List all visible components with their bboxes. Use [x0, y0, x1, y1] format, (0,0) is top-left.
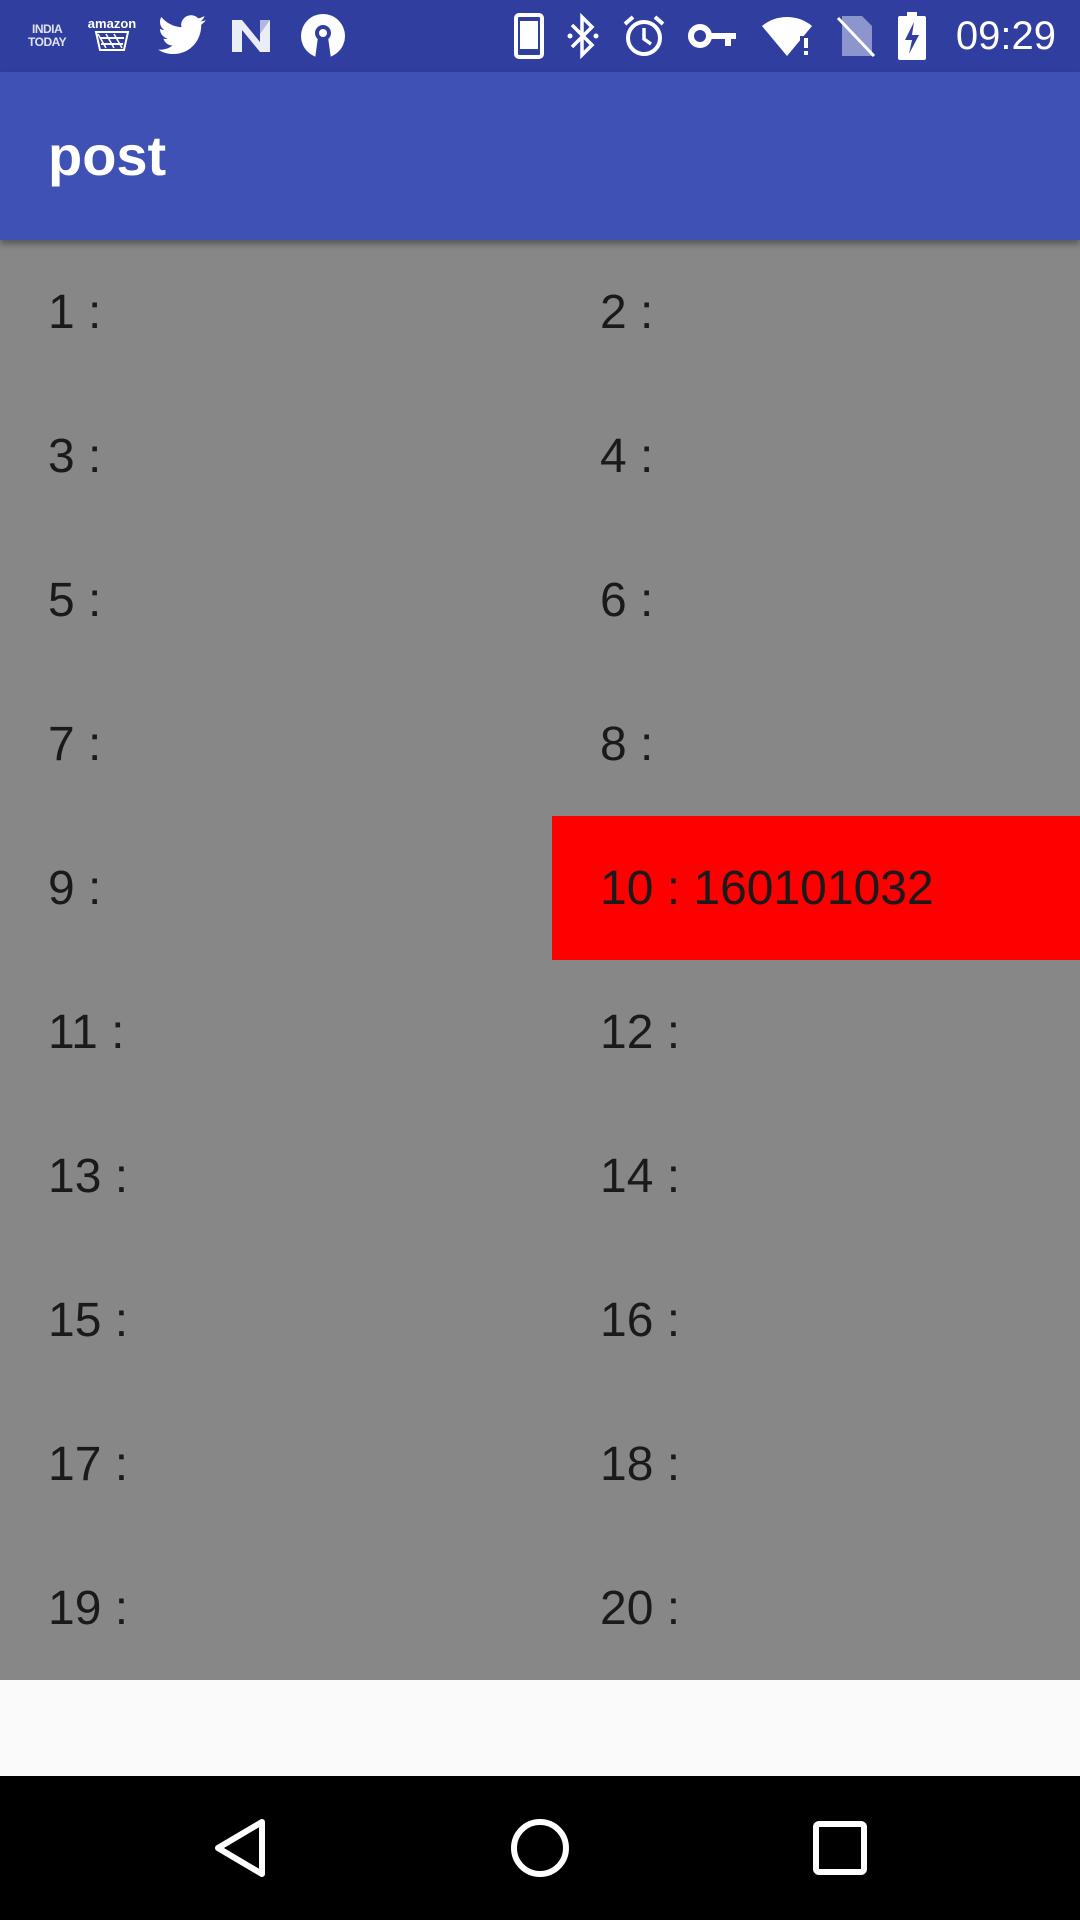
- grid-cell-label: 10 : 160101032: [600, 861, 934, 915]
- grid-cell-label: 7 :: [48, 717, 102, 771]
- grid-cell-label: 12 :: [600, 1005, 681, 1059]
- vpn-key-icon: [687, 21, 738, 51]
- back-icon: [215, 1819, 265, 1877]
- grid-cell-label: 11 :: [48, 1005, 125, 1059]
- system-icons: 09:29: [513, 0, 1056, 72]
- keyhole-icon: [298, 11, 348, 61]
- navigation-bar: [0, 1776, 1080, 1920]
- grid-cell[interactable]: 1 :: [0, 240, 552, 384]
- recents-icon: [813, 1821, 867, 1875]
- grid-cell-label: 13 :: [48, 1149, 129, 1203]
- grid-cell[interactable]: 7 :: [0, 672, 552, 816]
- grid-cell[interactable]: 8 :: [552, 672, 1080, 816]
- twitter-icon: [158, 15, 208, 57]
- post-grid-container: 1 : 2 : 3 : 4 : 5 : 6 : 7 : 8 : 9 : 10 : 16010103…: [0, 240, 1080, 1680]
- grid-cell[interactable]: 11 :: [0, 960, 552, 1104]
- alarm-icon: [622, 14, 666, 58]
- grid-cell-highlighted[interactable]: 10 : 160101032: [552, 816, 1080, 960]
- grid-cell[interactable]: 14 :: [552, 1104, 1080, 1248]
- grid-cell-label: 19 :: [48, 1581, 129, 1635]
- content-footer-area: [0, 1680, 1080, 1776]
- grid-cell[interactable]: 3 :: [0, 384, 552, 528]
- app-bar: post: [0, 72, 1080, 240]
- grid-cell-label: 18 :: [600, 1437, 681, 1491]
- grid-cell[interactable]: 12 :: [552, 960, 1080, 1104]
- india-today-icon: INDIA TODAY: [28, 22, 67, 49]
- grid-cell-label: 16 :: [600, 1293, 681, 1347]
- phone-icon: [513, 13, 544, 59]
- recents-button[interactable]: [750, 1776, 930, 1920]
- grid-cell[interactable]: 17 :: [0, 1392, 552, 1536]
- grid-cell-label: 8 :: [600, 717, 654, 771]
- svg-text:amazon: amazon: [88, 16, 136, 31]
- grid-cell[interactable]: 5 :: [0, 528, 552, 672]
- status-bar: INDIA TODAY amazon 09:29: [0, 0, 1080, 72]
- grid-cell[interactable]: 20 :: [552, 1536, 1080, 1680]
- grid-cell[interactable]: 2 :: [552, 240, 1080, 384]
- grid-cell[interactable]: 13 :: [0, 1104, 552, 1248]
- grid-cell-label: 1 :: [48, 285, 102, 339]
- grid-cell-label: 4 :: [600, 429, 654, 483]
- grid-cell-label: 9 :: [48, 861, 102, 915]
- app-title: post: [48, 124, 167, 187]
- grid-cell[interactable]: 6 :: [552, 528, 1080, 672]
- grid-cell[interactable]: 9 :: [0, 816, 552, 960]
- amazon-icon: amazon: [88, 14, 136, 58]
- news-n-icon: [230, 16, 276, 56]
- grid-cell[interactable]: 18 :: [552, 1392, 1080, 1536]
- grid-cell[interactable]: 15 :: [0, 1248, 552, 1392]
- grid-cell-label: 2 :: [600, 285, 654, 339]
- battery-charging-icon: [897, 12, 926, 60]
- bluetooth-icon: [566, 13, 600, 59]
- home-icon: [511, 1819, 569, 1877]
- grid-cell-label: 3 :: [48, 429, 102, 483]
- notification-icons: INDIA TODAY amazon: [28, 0, 348, 72]
- grid-cell[interactable]: 16 :: [552, 1248, 1080, 1392]
- wifi-icon: [760, 14, 814, 58]
- grid-cell[interactable]: 19 :: [0, 1536, 552, 1680]
- grid-cell-label: 6 :: [600, 573, 654, 627]
- grid-cell-label: 5 :: [48, 573, 102, 627]
- post-grid: 1 : 2 : 3 : 4 : 5 : 6 : 7 : 8 : 9 : 10 : 16010103…: [0, 240, 1080, 1680]
- grid-cell-label: 14 :: [600, 1149, 681, 1203]
- status-time: 09:29: [955, 13, 1056, 58]
- grid-cell[interactable]: 4 :: [552, 384, 1080, 528]
- grid-cell-label: 17 :: [48, 1437, 129, 1491]
- home-button[interactable]: [450, 1776, 630, 1920]
- no-sim-icon: [836, 14, 876, 58]
- back-button[interactable]: [150, 1776, 330, 1920]
- grid-cell-label: 15 :: [48, 1293, 129, 1347]
- grid-cell-label: 20 :: [600, 1581, 681, 1635]
